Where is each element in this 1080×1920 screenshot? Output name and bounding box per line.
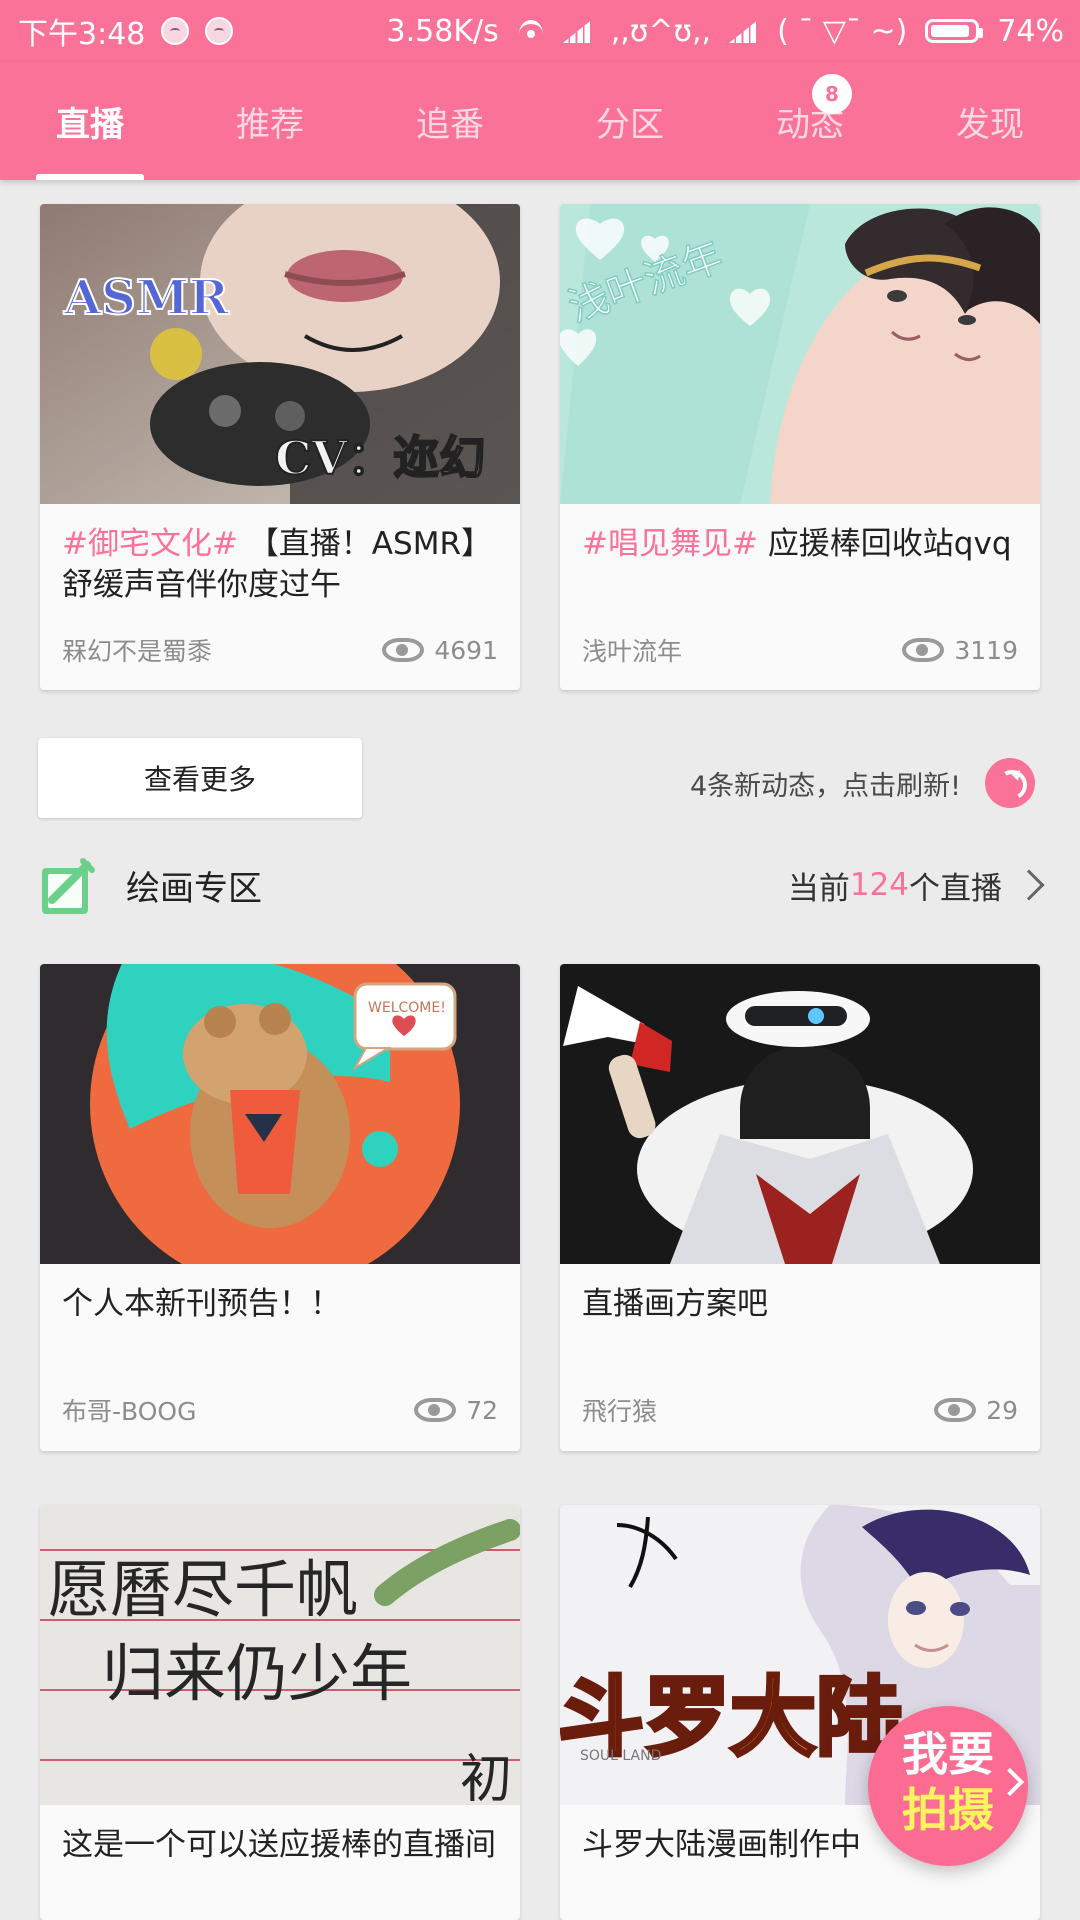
view-count: 29 [986, 1395, 1018, 1425]
tab-dynamic[interactable]: 动态 8 [720, 62, 900, 180]
eye-icon [902, 638, 945, 662]
thumbnail-speech-text: WELCOME! [368, 1000, 446, 1016]
bear-thumbnail-image: WELCOME! [40, 964, 520, 1264]
section-title: 绘画专区 [126, 868, 262, 909]
canvas-edit-icon [42, 856, 100, 914]
live-card[interactable]: WELCOME! 个人本新刊预告！！ 布哥-BOOG 72 [40, 964, 520, 1451]
wifi-icon [517, 20, 545, 42]
author-name: 浅叶流年 [582, 637, 683, 666]
signal-icon [562, 19, 593, 43]
avatar-icon [161, 17, 190, 45]
notification-badge: 8 [812, 74, 852, 114]
view-count: 4691 [434, 635, 498, 665]
live-thumbnail[interactable]: 愿曆尽千帆 归来仍少年 初 [40, 1505, 520, 1805]
category-tag: #唱见舞见# [582, 526, 758, 562]
status-bar: 下午3:48 3.58K/s ,,ʊ^ʊ,, ( ˉ ▽ˉ ~) 74% [0, 0, 1080, 62]
live-thumbnail[interactable] [560, 964, 1040, 1264]
tab-bar: 直播 推荐 追番 分区 动态 8 发现 [0, 62, 1080, 180]
category-tag: #御宅文化# [62, 526, 238, 562]
eye-icon [382, 638, 425, 662]
tab-recommend[interactable]: 推荐 [180, 62, 360, 180]
author-name: 槑幻不是蜀黍 [62, 637, 213, 666]
emoticon-2: ( ˉ ▽ˉ ~) [777, 13, 908, 49]
card-title[interactable]: 这是一个可以送应援棒的直播间 [62, 1825, 498, 1866]
tab-follow-anime[interactable]: 追番 [360, 62, 540, 180]
live-count-link[interactable]: 当前 124 个直播 [788, 863, 1045, 908]
thumbnail-cv-text: CV：迩幻 [275, 431, 485, 485]
author-name: 布哥-BOOG [62, 1397, 197, 1426]
tab-live[interactable]: 直播 [0, 62, 180, 180]
battery-icon [925, 19, 984, 43]
live-card[interactable]: ASMR CV：迩幻 #御宅文化# 【直播！ASMR】舒缓声音伴你度过午 槑幻不… [40, 204, 520, 690]
main-content: ASMR CV：迩幻 #御宅文化# 【直播！ASMR】舒缓声音伴你度过午 槑幻不… [0, 180, 1080, 1920]
card-title[interactable]: #御宅文化# 【直播！ASMR】舒缓声音伴你度过午 [62, 524, 498, 606]
live-thumbnail[interactable]: 浅叶流年 [560, 204, 1040, 504]
vr-thumbnail-image [560, 964, 1040, 1264]
eye-icon [934, 1398, 977, 1422]
chevron-right-icon [1013, 869, 1045, 901]
asmr-thumbnail-image: ASMR CV：迩幻 [40, 204, 520, 504]
card-title[interactable]: 个人本新刊预告！！ [62, 1284, 498, 1325]
tab-categories[interactable]: 分区 [540, 62, 720, 180]
battery-percent: 74% [997, 13, 1064, 49]
calligraphy-line-2: 归来仍少年 [102, 1637, 412, 1710]
illustration-thumbnail-image: 浅叶流年 [560, 204, 1040, 504]
live-card[interactable]: 浅叶流年 #唱见舞见# 应援棒回收站qvq 浅叶流年 3119 [560, 204, 1040, 690]
chevron-right-icon [995, 1767, 1025, 1797]
network-speed: 3.58K/s [386, 13, 499, 49]
calligraphy-thumbnail-image: 愿曆尽千帆 归来仍少年 初 [40, 1505, 520, 1805]
live-card[interactable]: 直播画方案吧 飛行猿 29 [560, 964, 1040, 1451]
tab-discover[interactable]: 发现 [900, 62, 1080, 180]
refresh-prompt[interactable]: 4条新动态，点击刷新! [690, 755, 1042, 811]
emoticon-1: ,,ʊ^ʊ,, [610, 13, 712, 49]
view-count: 72 [466, 1395, 498, 1425]
thumbnail-asmr-text: ASMR [63, 270, 230, 326]
painting-section-header: 绘画专区 当前 124 个直播 [42, 850, 1045, 920]
start-broadcast-button[interactable]: 我要 拍摄 [868, 1706, 1028, 1866]
view-more-button[interactable]: 查看更多 [38, 738, 362, 818]
avatar-icon [205, 17, 234, 45]
live-thumbnail[interactable]: WELCOME! [40, 964, 520, 1264]
card-title[interactable]: 直播画方案吧 [582, 1284, 1018, 1325]
calligraphy-line-3: 初 [460, 1750, 512, 1805]
author-name: 飛行猿 [582, 1397, 658, 1426]
refresh-icon[interactable] [985, 758, 1036, 808]
eye-icon [414, 1398, 457, 1422]
time: 下午3:48 [18, 17, 146, 52]
signal-icon [729, 19, 760, 43]
live-thumbnail[interactable]: ASMR CV：迩幻 [40, 204, 520, 504]
thumbnail-subtitle-text: SOUL LAND [580, 1748, 661, 1764]
refresh-text: 4条新动态，点击刷新! [690, 770, 962, 802]
view-count: 3119 [954, 635, 1018, 665]
card-title[interactable]: #唱见舞见# 应援棒回收站qvq [582, 524, 1018, 565]
live-card[interactable]: 愿曆尽千帆 归来仍少年 初 这是一个可以送应援棒的直播间 [40, 1505, 520, 1920]
calligraphy-line-1: 愿曆尽千帆 [48, 1553, 358, 1626]
